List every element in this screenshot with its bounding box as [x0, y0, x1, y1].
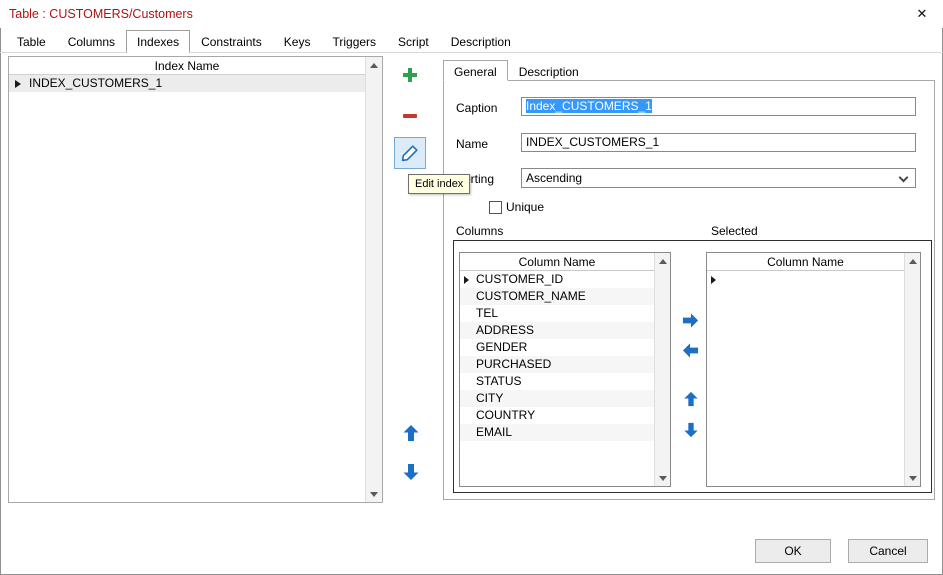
- list-item[interactable]: COUNTRY: [460, 407, 654, 424]
- tab-keys[interactable]: Keys: [273, 30, 322, 53]
- list-item[interactable]: EMAIL: [460, 424, 654, 441]
- list-item[interactable]: CITY: [460, 390, 654, 407]
- scroll-up-icon[interactable]: [905, 253, 920, 269]
- main-tab-strip: Table Columns Indexes Constraints Keys T…: [0, 31, 943, 53]
- close-icon[interactable]: ✕: [911, 4, 933, 24]
- index-list[interactable]: Index Name INDEX_CUSTOMERS_1: [8, 56, 383, 503]
- scroll-up-icon[interactable]: [366, 57, 382, 73]
- name-value: INDEX_CUSTOMERS_1: [526, 135, 659, 149]
- column-name: COUNTRY: [476, 408, 535, 422]
- plus-icon: [401, 66, 419, 84]
- arrow-right-icon: [682, 312, 699, 329]
- columns-list-scrollbar[interactable]: [654, 253, 670, 486]
- current-row-marker-icon: [464, 276, 469, 284]
- add-column-button[interactable]: [681, 311, 699, 329]
- detail-tab-strip: General Description: [443, 60, 590, 81]
- selected-list-header: Column Name: [707, 253, 904, 271]
- tab-triggers[interactable]: Triggers: [321, 30, 387, 53]
- scroll-up-icon[interactable]: [655, 253, 670, 269]
- name-input[interactable]: INDEX_CUSTOMERS_1: [521, 133, 916, 152]
- tab-columns[interactable]: Columns: [57, 30, 126, 53]
- list-item[interactable]: [707, 271, 904, 288]
- columns-list-header: Column Name: [460, 253, 654, 271]
- list-item[interactable]: GENDER: [460, 339, 654, 356]
- sorting-select[interactable]: Ascending: [521, 168, 916, 188]
- index-list-scrollbar[interactable]: [365, 57, 382, 502]
- caption-label: Caption: [456, 101, 497, 115]
- column-name: CUSTOMER_NAME: [476, 289, 586, 303]
- unique-checkbox[interactable]: [489, 201, 502, 214]
- selected-columns-list[interactable]: Column Name: [706, 252, 921, 487]
- current-row-marker-icon: [15, 80, 21, 88]
- list-item[interactable]: CUSTOMER_ID: [460, 271, 654, 288]
- column-name: CITY: [476, 391, 503, 405]
- edit-index-tooltip: Edit index: [408, 174, 470, 194]
- caption-value: Index_CUSTOMERS_1: [526, 99, 652, 113]
- edit-index-button[interactable]: [394, 137, 426, 169]
- titlebar: Table : CUSTOMERS/Customers ✕: [0, 0, 943, 28]
- unique-checkbox-row[interactable]: Unique: [489, 200, 544, 214]
- remove-column-button[interactable]: [681, 341, 699, 359]
- selected-label: Selected: [711, 224, 758, 238]
- index-name: INDEX_CUSTOMERS_1: [29, 76, 162, 90]
- add-index-button[interactable]: [400, 65, 420, 85]
- remove-index-button[interactable]: [400, 106, 420, 126]
- tab-description[interactable]: Description: [440, 30, 522, 53]
- list-item[interactable]: ADDRESS: [460, 322, 654, 339]
- tab-general[interactable]: General: [443, 60, 508, 81]
- scroll-down-icon[interactable]: [655, 470, 670, 486]
- column-name: STATUS: [476, 374, 522, 388]
- index-list-row[interactable]: INDEX_CUSTOMERS_1: [9, 75, 382, 92]
- move-column-down-button[interactable]: [682, 421, 700, 439]
- list-item[interactable]: STATUS: [460, 373, 654, 390]
- index-detail-panel: Caption Index_CUSTOMERS_1 Name INDEX_CUS…: [443, 80, 935, 500]
- arrow-up-icon: [683, 391, 699, 407]
- arrow-down-icon: [683, 422, 699, 438]
- table-editor-dialog: Table : CUSTOMERS/Customers ✕ Table Colu…: [0, 0, 943, 575]
- sorting-value: Ascending: [526, 171, 582, 185]
- column-name: PURCHASED: [476, 357, 551, 371]
- column-name: EMAIL: [476, 425, 512, 439]
- ok-button[interactable]: OK: [755, 539, 831, 563]
- window-title: Table : CUSTOMERS/Customers: [9, 0, 193, 28]
- selected-list-scrollbar[interactable]: [904, 253, 920, 486]
- column-name: ADDRESS: [476, 323, 534, 337]
- tab-table[interactable]: Table: [6, 30, 57, 53]
- chevron-down-icon: [899, 173, 909, 183]
- list-item[interactable]: TEL: [460, 305, 654, 322]
- move-index-down-button[interactable]: [401, 462, 421, 482]
- move-column-up-button[interactable]: [682, 390, 700, 408]
- column-name: GENDER: [476, 340, 527, 354]
- selected-list-rows: [707, 271, 904, 486]
- move-index-up-button[interactable]: [401, 423, 421, 443]
- tab-constraints[interactable]: Constraints: [190, 30, 273, 53]
- tab-indexes[interactable]: Indexes: [126, 30, 190, 53]
- column-name: CUSTOMER_ID: [476, 272, 563, 286]
- unique-label: Unique: [506, 200, 544, 214]
- tab-script[interactable]: Script: [387, 30, 440, 53]
- list-item[interactable]: CUSTOMER_NAME: [460, 288, 654, 305]
- cancel-button[interactable]: Cancel: [848, 539, 928, 563]
- columns-list-rows: CUSTOMER_ID CUSTOMER_NAME TEL ADDRESS GE…: [460, 271, 654, 486]
- current-row-marker-icon: [711, 276, 716, 284]
- arrow-down-icon: [402, 463, 420, 481]
- name-label: Name: [456, 137, 488, 151]
- column-name: TEL: [476, 306, 498, 320]
- scroll-down-icon[interactable]: [366, 486, 382, 502]
- pencil-icon: [400, 143, 420, 163]
- caption-input[interactable]: Index_CUSTOMERS_1: [521, 97, 916, 116]
- available-columns-list[interactable]: Column Name CUSTOMER_ID CUSTOMER_NAME TE…: [459, 252, 671, 487]
- scroll-down-icon[interactable]: [905, 470, 920, 486]
- columns-label: Columns: [456, 224, 503, 238]
- tab-detail-description[interactable]: Description: [508, 60, 590, 81]
- arrow-up-icon: [402, 424, 420, 442]
- minus-icon: [401, 107, 419, 125]
- index-list-header: Index Name: [9, 57, 365, 75]
- list-item[interactable]: PURCHASED: [460, 356, 654, 373]
- arrow-left-icon: [682, 342, 699, 359]
